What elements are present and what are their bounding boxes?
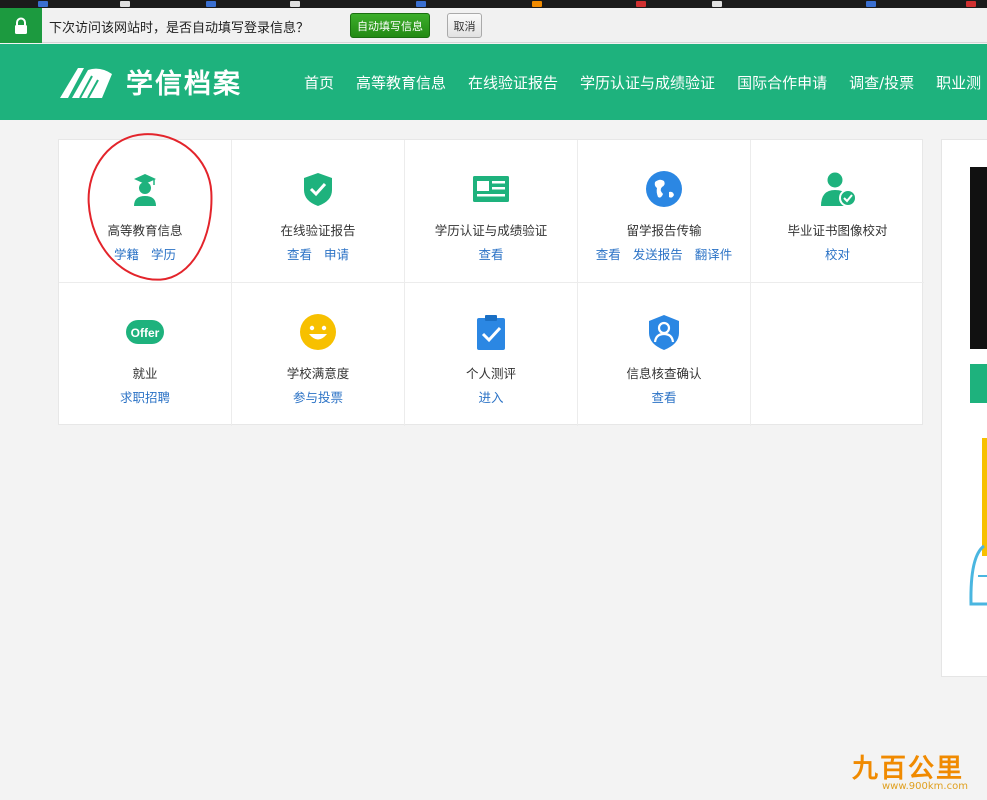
nav-survey-vote[interactable]: 调查/投票 xyxy=(849,72,914,93)
service-links: 查看 发送报告 翻译件 xyxy=(578,244,750,263)
service-empty-slot xyxy=(751,283,924,426)
service-links: 进入 xyxy=(405,387,577,406)
link-view[interactable]: 查看 xyxy=(287,247,312,262)
service-online-report: 在线验证报告 查看 申请 xyxy=(232,140,405,283)
nav-certification[interactable]: 学历认证与成绩验证 xyxy=(580,72,715,93)
autofill-bar: 下次访问该网站时，是否自动填写登录信息？ 自动填写信息 取消 xyxy=(0,8,987,43)
link-view[interactable]: 查看 xyxy=(596,247,621,262)
nav-online-report[interactable]: 在线验证报告 xyxy=(468,72,558,93)
service-links: 参与投票 xyxy=(232,387,404,406)
service-personal-assessment: 个人测评 进入 xyxy=(405,283,578,426)
service-links: 查看 xyxy=(578,387,750,406)
globe-icon xyxy=(646,171,682,207)
browser-top-strip xyxy=(0,0,987,8)
clipboard-check-icon xyxy=(477,315,505,350)
qr-code-image xyxy=(970,167,987,349)
service-links: 求职招聘 xyxy=(59,387,231,406)
site-logo[interactable]: 学信档案 xyxy=(58,62,242,101)
autofill-confirm-button[interactable]: 自动填写信息 xyxy=(350,13,430,38)
service-info-verification: 信息核查确认 查看 xyxy=(578,283,751,426)
link-job-search[interactable]: 求职招聘 xyxy=(120,390,170,405)
illustration-image xyxy=(969,438,987,606)
service-certification: 学历认证与成绩验证 查看 xyxy=(405,140,578,283)
service-name: 留学报告传输 xyxy=(626,223,702,238)
autofill-cancel-button[interactable]: 取消 xyxy=(447,13,482,38)
link-vote[interactable]: 参与投票 xyxy=(293,390,343,405)
service-name: 就业 xyxy=(132,366,158,381)
nav-home[interactable]: 首页 xyxy=(304,72,334,93)
service-links: 校对 xyxy=(751,244,924,263)
service-name: 个人测评 xyxy=(465,366,516,381)
service-name: 学校满意度 xyxy=(286,366,350,381)
main-nav: 首页 高等教育信息 在线验证报告 学历认证与成绩验证 国际合作申请 调查/投票 … xyxy=(304,72,987,93)
service-diploma-proofread: 毕业证书图像校对 校对 xyxy=(751,140,924,283)
offer-badge-icon: Offer xyxy=(126,320,164,344)
lock-icon xyxy=(0,8,42,43)
logo-text: 学信档案 xyxy=(126,69,242,100)
service-name: 在线验证报告 xyxy=(280,223,356,238)
service-name: 学历认证与成绩验证 xyxy=(434,223,548,238)
shield-check-icon xyxy=(304,173,332,206)
link-proofread[interactable]: 校对 xyxy=(825,247,850,262)
user-check-icon xyxy=(820,172,857,207)
smiley-icon xyxy=(300,314,336,350)
link-apply[interactable]: 申请 xyxy=(324,247,349,262)
nav-international[interactable]: 国际合作申请 xyxy=(737,72,827,93)
watermark: 九百公里 www.900km.com xyxy=(852,748,968,792)
id-card-icon xyxy=(473,176,509,202)
nav-career-test[interactable]: 职业测 xyxy=(936,72,981,93)
service-name: 毕业证书图像校对 xyxy=(787,223,888,238)
service-links: 查看 xyxy=(405,244,577,263)
service-study-abroad-report: 留学报告传输 查看 发送报告 翻译件 xyxy=(578,140,751,283)
user-shield-icon xyxy=(649,315,679,350)
offer-badge-text: Offer xyxy=(131,326,160,340)
link-view[interactable]: 查看 xyxy=(651,390,676,405)
service-name: 信息核查确认 xyxy=(626,366,702,381)
watermark-title: 九百公里 xyxy=(852,754,965,784)
service-school-satisfaction: 学校满意度 参与投票 xyxy=(232,283,405,426)
service-employment: Offer 就业 求职招聘 xyxy=(59,283,232,426)
link-translation[interactable]: 翻译件 xyxy=(695,247,733,262)
watermark-url: www.900km.com xyxy=(882,781,968,792)
right-panel-button[interactable] xyxy=(970,364,987,403)
site-header: 学信档案 首页 高等教育信息 在线验证报告 学历认证与成绩验证 国际合作申请 调… xyxy=(0,44,987,120)
link-enter[interactable]: 进入 xyxy=(478,390,503,405)
link-view[interactable]: 查看 xyxy=(478,247,503,262)
link-send-report[interactable]: 发送报告 xyxy=(633,247,683,262)
service-links: 查看 申请 xyxy=(232,244,404,263)
nav-higher-education[interactable]: 高等教育信息 xyxy=(356,72,446,93)
autofill-prompt: 下次访问该网站时，是否自动填写登录信息？ xyxy=(49,21,310,36)
book-logo-icon xyxy=(60,67,112,98)
